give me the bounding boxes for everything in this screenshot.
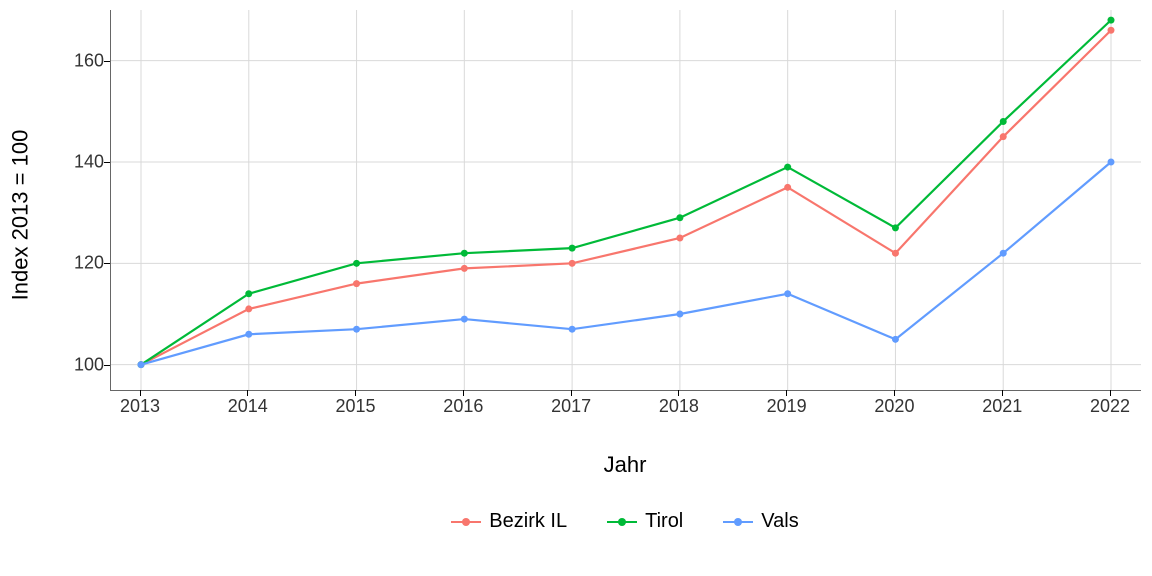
series-point [1000, 250, 1007, 257]
series-point [353, 280, 360, 287]
y-tick-mark [104, 365, 110, 366]
y-tick-label: 160 [44, 50, 104, 71]
plot-area [110, 10, 1141, 391]
legend-label: Bezirk IL [489, 510, 567, 533]
line-chart: Index 2013 = 100 Jahr 100 120 140 160 2013 20… [0, 0, 1152, 576]
x-tick-label: 2013 [120, 396, 160, 417]
legend-label: Vals [761, 510, 798, 533]
series-point [892, 224, 899, 231]
series-point [353, 326, 360, 333]
legend-label: Tirol [645, 510, 683, 533]
y-tick-mark [104, 162, 110, 163]
x-tick-label: 2022 [1090, 396, 1130, 417]
x-tick-mark [786, 390, 787, 396]
x-tick-label: 2016 [443, 396, 483, 417]
series-point [569, 260, 576, 267]
series-group [138, 17, 1115, 369]
series-point [676, 311, 683, 318]
series-point [138, 361, 145, 368]
y-tick-mark [104, 263, 110, 264]
x-axis-title: Jahr [110, 452, 1140, 478]
series-point [784, 164, 791, 171]
series-point [245, 290, 252, 297]
x-tick-mark [1002, 390, 1003, 396]
y-axis-title: Index 2013 = 100 [6, 0, 34, 430]
x-tick-label: 2015 [336, 396, 376, 417]
x-tick-label: 2019 [767, 396, 807, 417]
series-point [1108, 17, 1115, 24]
x-tick-mark [1110, 390, 1111, 396]
x-tick-mark [247, 390, 248, 396]
series-point [784, 290, 791, 297]
series-point [1000, 118, 1007, 125]
y-tick-label: 120 [44, 253, 104, 274]
series-point [569, 245, 576, 252]
series-point [1108, 159, 1115, 166]
series-point [892, 250, 899, 257]
y-tick-label: 100 [44, 354, 104, 375]
series-point [461, 316, 468, 323]
x-tick-label: 2020 [874, 396, 914, 417]
x-tick-mark [463, 390, 464, 396]
series-point [676, 214, 683, 221]
series-point [784, 184, 791, 191]
y-tick-label: 140 [44, 152, 104, 173]
legend-swatch [723, 515, 753, 529]
series-point [245, 305, 252, 312]
series-point [245, 331, 252, 338]
x-tick-mark [140, 390, 141, 396]
x-tick-mark [571, 390, 572, 396]
series-point [353, 260, 360, 267]
x-tick-mark [894, 390, 895, 396]
legend-item: Tirol [607, 510, 683, 533]
series-point [676, 235, 683, 242]
x-tick-label: 2017 [551, 396, 591, 417]
series-point [1000, 133, 1007, 140]
x-tick-label: 2021 [982, 396, 1022, 417]
legend-swatch [607, 515, 637, 529]
series-point [569, 326, 576, 333]
series-line [141, 20, 1111, 365]
legend: Bezirk IL Tirol Vals [110, 510, 1140, 533]
x-tick-label: 2018 [659, 396, 699, 417]
x-tick-label: 2014 [228, 396, 268, 417]
y-tick-mark [104, 61, 110, 62]
legend-item: Vals [723, 510, 798, 533]
legend-item: Bezirk IL [451, 510, 567, 533]
series-point [461, 265, 468, 272]
series-point [461, 250, 468, 257]
x-axis-title-text: Jahr [604, 452, 647, 477]
series-point [1108, 27, 1115, 34]
plot-svg [111, 10, 1141, 390]
series-line [141, 30, 1111, 364]
legend-swatch [451, 515, 481, 529]
x-tick-mark [355, 390, 356, 396]
y-axis-title-text: Index 2013 = 100 [7, 130, 33, 301]
x-tick-mark [678, 390, 679, 396]
series-point [892, 336, 899, 343]
